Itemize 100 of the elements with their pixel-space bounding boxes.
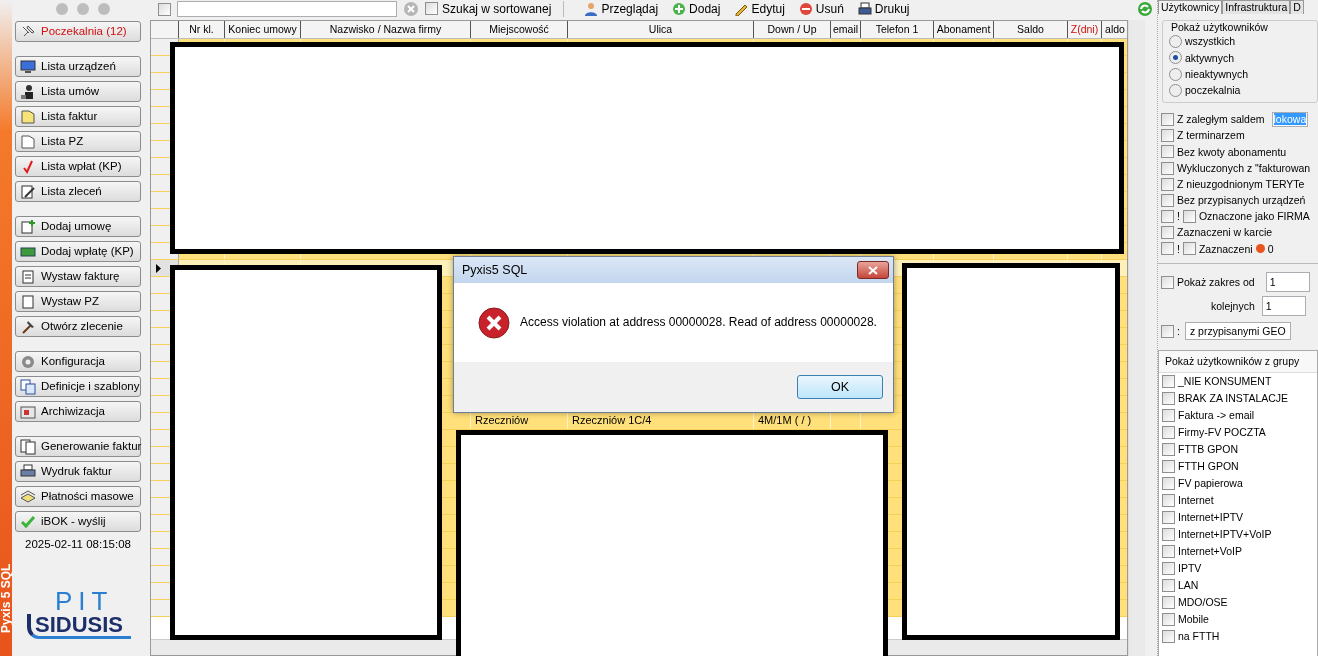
search-field[interactable] (177, 1, 397, 17)
checkbox[interactable] (1162, 425, 1175, 439)
sidebar-button[interactable]: Lista wpłat (KP) (15, 156, 141, 177)
checkbox-label: na FTTH (1178, 629, 1220, 643)
checkbox[interactable] (1161, 193, 1174, 207)
checkbox[interactable] (1162, 391, 1175, 405)
ok-button[interactable]: OK (797, 375, 883, 399)
checkbox[interactable] (1162, 629, 1175, 643)
radio-button[interactable] (1169, 83, 1182, 97)
checkmark-icon (20, 158, 36, 175)
checkbox-label: Z terminarzem (1177, 129, 1245, 142)
vertical-scrollbar[interactable] (1128, 20, 1145, 656)
column-header[interactable]: Abonament (934, 21, 994, 38)
checkbox[interactable] (1162, 493, 1175, 507)
toolbar-button[interactable]: Edytuj (734, 1, 785, 17)
window-control-dot[interactable] (55, 3, 68, 15)
sidebar-button[interactable]: Archiwizacja (15, 401, 141, 422)
group-title: Pokaż użytkowników (1169, 21, 1270, 34)
sidebar-button[interactable]: Wystaw PZ (15, 291, 141, 312)
checkbox[interactable] (1182, 210, 1196, 224)
toolbar-button[interactable]: Przeglądaj (584, 1, 659, 17)
checkbox[interactable] (1162, 527, 1175, 541)
tab[interactable]: D (1290, 0, 1304, 14)
checkbox[interactable] (1162, 459, 1175, 473)
column-header[interactable]: Down / Up (754, 21, 831, 38)
radio-button[interactable] (1169, 35, 1182, 49)
checkbox[interactable] (1161, 129, 1174, 143)
checkbox-label: FV papierowa (1178, 476, 1243, 490)
sidebar-button[interactable]: Lista urządzeń (15, 56, 141, 77)
sidebar-button[interactable]: iBOK - wyślij (15, 511, 141, 532)
sidebar-button[interactable]: Definicje i szablony (15, 376, 141, 397)
checkbox[interactable] (1162, 408, 1175, 422)
toolbar-button[interactable]: Dodaj (672, 1, 721, 17)
column-header[interactable]: Saldo (994, 21, 1068, 38)
checkbox[interactable] (1161, 145, 1174, 159)
checkbox-label: Z zaległym saldem (1177, 113, 1265, 126)
radio-button[interactable] (1169, 51, 1182, 65)
toolbar-button[interactable]: Usuń (798, 1, 844, 17)
column-header[interactable]: Ulica (568, 21, 754, 38)
checkbox[interactable] (1162, 578, 1175, 592)
sidebar-button[interactable]: Wydruk faktur (15, 461, 141, 482)
checkbox[interactable] (158, 2, 171, 16)
column-header[interactable]: Koniec umowy (225, 21, 301, 38)
checkbox[interactable] (1162, 476, 1175, 490)
refresh-icon[interactable] (1137, 1, 1153, 17)
radio-label: wszystkich (1185, 35, 1236, 48)
window-control-dot[interactable] (97, 3, 110, 15)
checkbox[interactable] (1162, 510, 1175, 524)
tab[interactable]: Infrastruktura (1222, 0, 1291, 14)
sidebar-button[interactable]: Dodaj wpłatę (KP) (15, 241, 141, 262)
checkbox-label: Zaznaczeni w karcie (1177, 226, 1273, 240)
stack-icon (20, 488, 36, 505)
window-control-dot[interactable] (76, 3, 89, 15)
column-header[interactable]: Nr kl. (179, 21, 225, 38)
dropdown-field[interactable]: z przypisanymi GEO (1184, 321, 1291, 341)
checkbox[interactable] (1161, 242, 1174, 256)
checkbox[interactable] (1161, 324, 1174, 338)
sidebar-button[interactable]: Otwórz zlecenie (15, 316, 141, 337)
table-cell: 4M/1M ( / ) (758, 413, 812, 428)
checkbox[interactable] (1182, 242, 1196, 256)
checkbox-label: Internet+IPTV+VoIP (1178, 527, 1272, 541)
sidebar-button[interactable]: Poczekalnia (12) (15, 21, 141, 42)
checkbox[interactable] (1162, 544, 1175, 558)
timestamp: 2025-02-11 08:15:08 (24, 538, 132, 552)
sidebar-button[interactable]: Lista umów (15, 81, 141, 102)
checkbox[interactable] (1161, 177, 1174, 191)
column-header[interactable]: Z(dni) (1068, 21, 1102, 38)
checkbox[interactable] (1161, 210, 1174, 224)
sidebar-button[interactable]: Lista faktur (15, 106, 141, 127)
checkbox-label: FTTB GPON (1178, 442, 1239, 456)
column-header[interactable]: Nazwisko / Nazwa firmy (301, 21, 471, 38)
tab[interactable]: Użytkownicy (1158, 0, 1223, 14)
toolbar-button[interactable]: Drukuj (857, 1, 910, 17)
checkbox[interactable] (1161, 112, 1174, 126)
checkbox[interactable] (1161, 275, 1174, 289)
checkbox[interactable] (1162, 612, 1175, 626)
checkbox[interactable] (1162, 595, 1175, 609)
spin-field[interactable]: 1 (1261, 296, 1306, 317)
sidebar-button[interactable]: Generowanie faktur (15, 436, 141, 457)
checkbox[interactable] (425, 2, 438, 16)
negation-mark: ! (1177, 242, 1180, 256)
spin-field[interactable]: 1 (1265, 272, 1310, 293)
radio-button[interactable] (1169, 67, 1182, 81)
checkbox[interactable] (1162, 561, 1175, 575)
checkbox[interactable] (1162, 442, 1175, 456)
column-header[interactable]: email (831, 21, 861, 38)
checkbox[interactable] (1162, 374, 1175, 388)
close-button[interactable] (857, 261, 889, 279)
sidebar-button[interactable]: Dodaj umowę (15, 216, 141, 237)
checkbox[interactable] (1161, 226, 1174, 240)
column-header[interactable]: Telefon 1 (861, 21, 934, 38)
minus-icon (798, 2, 813, 16)
checkbox[interactable] (1161, 161, 1174, 175)
sidebar-button[interactable]: Płatności masowe (15, 486, 141, 507)
error-icon (478, 306, 510, 339)
sidebar-button[interactable]: Konfiguracja (15, 351, 141, 372)
sidebar-button[interactable]: Wystaw fakturę (15, 266, 141, 287)
sidebar-button[interactable]: Lista zleceń (15, 181, 141, 202)
sidebar-button[interactable]: Lista PZ (15, 131, 141, 152)
column-header[interactable]: Miejscowość (471, 21, 568, 38)
